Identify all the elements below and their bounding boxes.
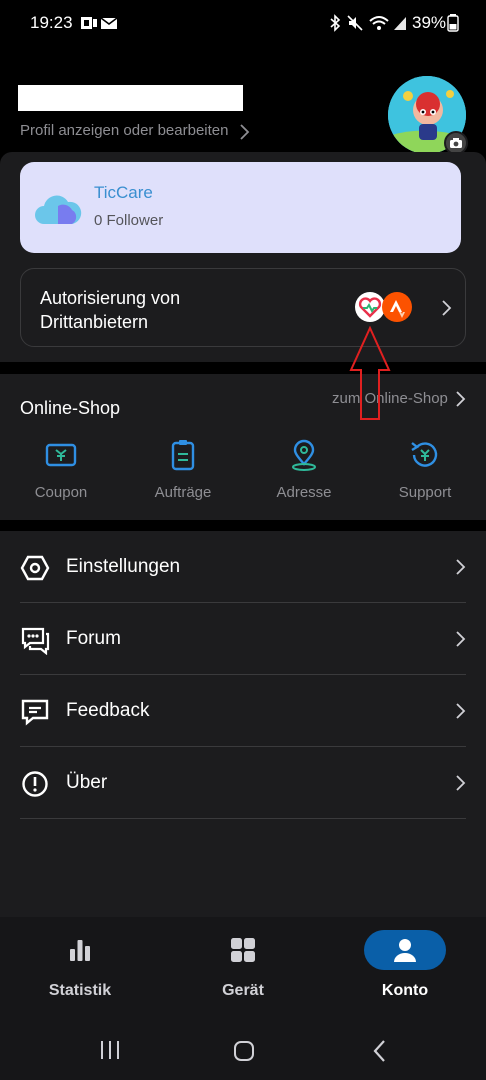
nav-tab-statistics[interactable]: Statistik bbox=[20, 930, 140, 1000]
screen-record-icon bbox=[81, 17, 97, 29]
menu-item-label: Über bbox=[66, 772, 108, 793]
nav-icon-container-active bbox=[364, 930, 446, 970]
ticcare-followers: 0 Follower bbox=[94, 212, 164, 229]
shop-item-label: Coupon bbox=[34, 484, 88, 501]
menu-item-label: Feedback bbox=[66, 700, 150, 721]
settings-icon bbox=[20, 555, 50, 581]
ticcare-title: TicCare bbox=[94, 183, 153, 202]
coupon-icon bbox=[45, 443, 77, 467]
shop-item-label: Support bbox=[398, 484, 452, 501]
menu-item-forum[interactable]: Forum bbox=[20, 603, 466, 675]
chevron-right-icon bbox=[442, 300, 452, 316]
chevron-right-icon bbox=[456, 703, 466, 719]
chevron-right-icon bbox=[456, 775, 466, 791]
status-time: 19:23 bbox=[30, 13, 73, 32]
shop-item-support[interactable]: Support bbox=[375, 438, 475, 501]
battery-icon bbox=[447, 14, 459, 32]
signal-icon bbox=[394, 17, 406, 30]
mail-icon bbox=[100, 17, 118, 29]
menu-item-about[interactable]: Über bbox=[20, 747, 466, 819]
nav-tab-label: Gerät bbox=[222, 982, 264, 999]
ticcare-card[interactable] bbox=[20, 162, 461, 253]
nav-tab-account[interactable]: Konto bbox=[345, 930, 465, 1000]
bluetooth-icon bbox=[330, 14, 341, 32]
menu-item-feedback[interactable]: Feedback bbox=[20, 675, 466, 747]
wifi-icon bbox=[369, 16, 389, 30]
feedback-icon bbox=[21, 699, 49, 726]
shop-item-coupon[interactable]: Coupon bbox=[11, 438, 111, 501]
chevron-right-icon bbox=[456, 559, 466, 575]
info-icon bbox=[22, 771, 48, 797]
forum-icon bbox=[21, 627, 50, 655]
ticcare-logo-icon bbox=[35, 195, 82, 224]
support-icon bbox=[411, 442, 438, 467]
shop-item-label: Aufträge bbox=[154, 484, 212, 501]
annotation-arrow-up-icon bbox=[349, 326, 391, 420]
person-icon bbox=[394, 939, 416, 962]
home-icon[interactable] bbox=[233, 1040, 255, 1062]
chevron-right-icon bbox=[240, 124, 250, 140]
strava-icon bbox=[382, 292, 412, 322]
chevron-right-icon bbox=[456, 391, 466, 407]
orders-icon bbox=[171, 440, 195, 471]
shop-item-label: Adresse bbox=[276, 484, 332, 501]
nav-tab-device[interactable]: Gerät bbox=[183, 930, 303, 1000]
profile-edit-link[interactable]: Profil anzeigen oder bearbeiten bbox=[20, 122, 228, 139]
menu-item-label: Einstellungen bbox=[66, 556, 181, 577]
third-party-authorization-title: Autorisierung von Drittanbietern bbox=[40, 288, 181, 332]
online-shop-title: Online-Shop bbox=[20, 398, 121, 418]
shop-item-orders[interactable]: Aufträge bbox=[133, 438, 233, 501]
grid-icon bbox=[231, 938, 255, 962]
menu-item-label: Forum bbox=[66, 628, 121, 649]
nav-tab-label: Statistik bbox=[48, 982, 112, 999]
shop-item-address[interactable]: Adresse bbox=[254, 438, 354, 501]
back-icon[interactable] bbox=[372, 1039, 388, 1063]
address-icon bbox=[292, 439, 316, 471]
nav-tab-label: Konto bbox=[381, 982, 429, 999]
battery-percent: 39% bbox=[412, 13, 447, 32]
bar-chart-icon bbox=[70, 940, 90, 961]
mute-icon bbox=[347, 15, 363, 31]
chevron-right-icon bbox=[456, 631, 466, 647]
recent-apps-icon[interactable] bbox=[99, 1040, 121, 1060]
profile-name-redacted bbox=[18, 85, 243, 111]
nav-icon-container bbox=[39, 930, 121, 970]
menu-item-settings[interactable]: Einstellungen bbox=[20, 531, 466, 603]
health-app-icon bbox=[355, 292, 385, 322]
nav-icon-container bbox=[202, 930, 284, 970]
